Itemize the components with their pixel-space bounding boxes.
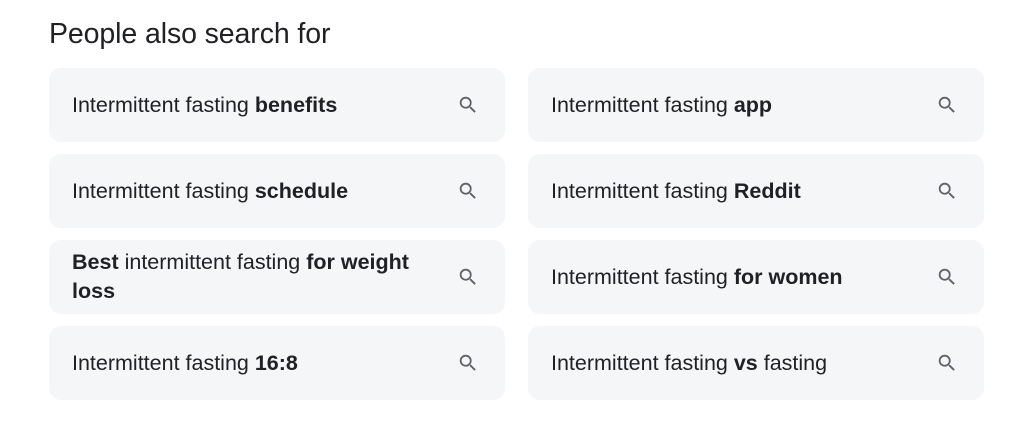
suggestion-label-bold-part: Reddit — [733, 178, 801, 203]
search-icon[interactable] — [935, 93, 959, 117]
suggestion-label-part: Intermittent fasting — [72, 350, 255, 375]
suggestion-label-bold-part: vs — [733, 350, 758, 375]
suggestion-chip[interactable]: Intermittent fasting benefits — [49, 68, 505, 142]
people-also-search-for-panel: People also search for Intermittent fast… — [0, 0, 1024, 437]
suggestion-label-part: Intermittent fasting — [72, 178, 255, 203]
search-icon[interactable] — [456, 265, 480, 289]
suggestion-label: Intermittent fasting vs fasting — [551, 349, 935, 378]
suggestion-label: Intermittent fasting for women — [551, 263, 935, 292]
search-icon[interactable] — [935, 265, 959, 289]
suggestion-label-bold-part: for women — [733, 264, 843, 289]
suggestion-chip[interactable]: Best intermittent fasting for weight los… — [49, 240, 505, 314]
suggestion-label: Intermittent fasting benefits — [72, 91, 456, 120]
suggestion-label-part: Intermittent fasting — [551, 92, 734, 117]
suggestion-label-bold-part: benefits — [254, 92, 338, 117]
suggestion-chip[interactable]: Intermittent fasting 16:8 — [49, 326, 505, 400]
suggestion-label-bold-part: schedule — [254, 178, 349, 203]
suggestion-label-bold-part: Best — [72, 250, 119, 274]
suggestion-chip[interactable]: Intermittent fasting for women — [528, 240, 984, 314]
suggestion-label-part: intermittent fasting — [118, 250, 307, 274]
suggestion-label: Best intermittent fasting for weight los… — [72, 248, 456, 306]
suggestion-grid: Intermittent fasting benefits Intermitten… — [49, 68, 984, 400]
suggestion-label: Intermittent fasting schedule — [72, 177, 456, 206]
search-icon[interactable] — [456, 93, 480, 117]
suggestion-chip[interactable]: Intermittent fasting schedule — [49, 154, 505, 228]
suggestion-chip[interactable]: Intermittent fasting app — [528, 68, 984, 142]
suggestion-label: Intermittent fasting app — [551, 91, 935, 120]
suggestion-label: Intermittent fasting 16:8 — [72, 349, 456, 378]
suggestion-label-bold-part: 16:8 — [254, 350, 298, 375]
search-icon[interactable] — [456, 179, 480, 203]
suggestion-label-part: Intermittent fasting — [551, 264, 734, 289]
search-icon[interactable] — [935, 179, 959, 203]
suggestion-label: Intermittent fasting Reddit — [551, 177, 935, 206]
section-heading: People also search for — [49, 18, 331, 50]
suggestion-label-part: Intermittent fasting — [551, 178, 734, 203]
search-icon[interactable] — [456, 351, 480, 375]
suggestion-label-part: fasting — [757, 350, 828, 375]
suggestion-label-bold-part: app — [733, 92, 773, 117]
suggestion-label-part: Intermittent fasting — [72, 92, 255, 117]
suggestion-label-part: Intermittent fasting — [551, 350, 734, 375]
suggestion-chip[interactable]: Intermittent fasting Reddit — [528, 154, 984, 228]
suggestion-chip[interactable]: Intermittent fasting vs fasting — [528, 326, 984, 400]
search-icon[interactable] — [935, 351, 959, 375]
